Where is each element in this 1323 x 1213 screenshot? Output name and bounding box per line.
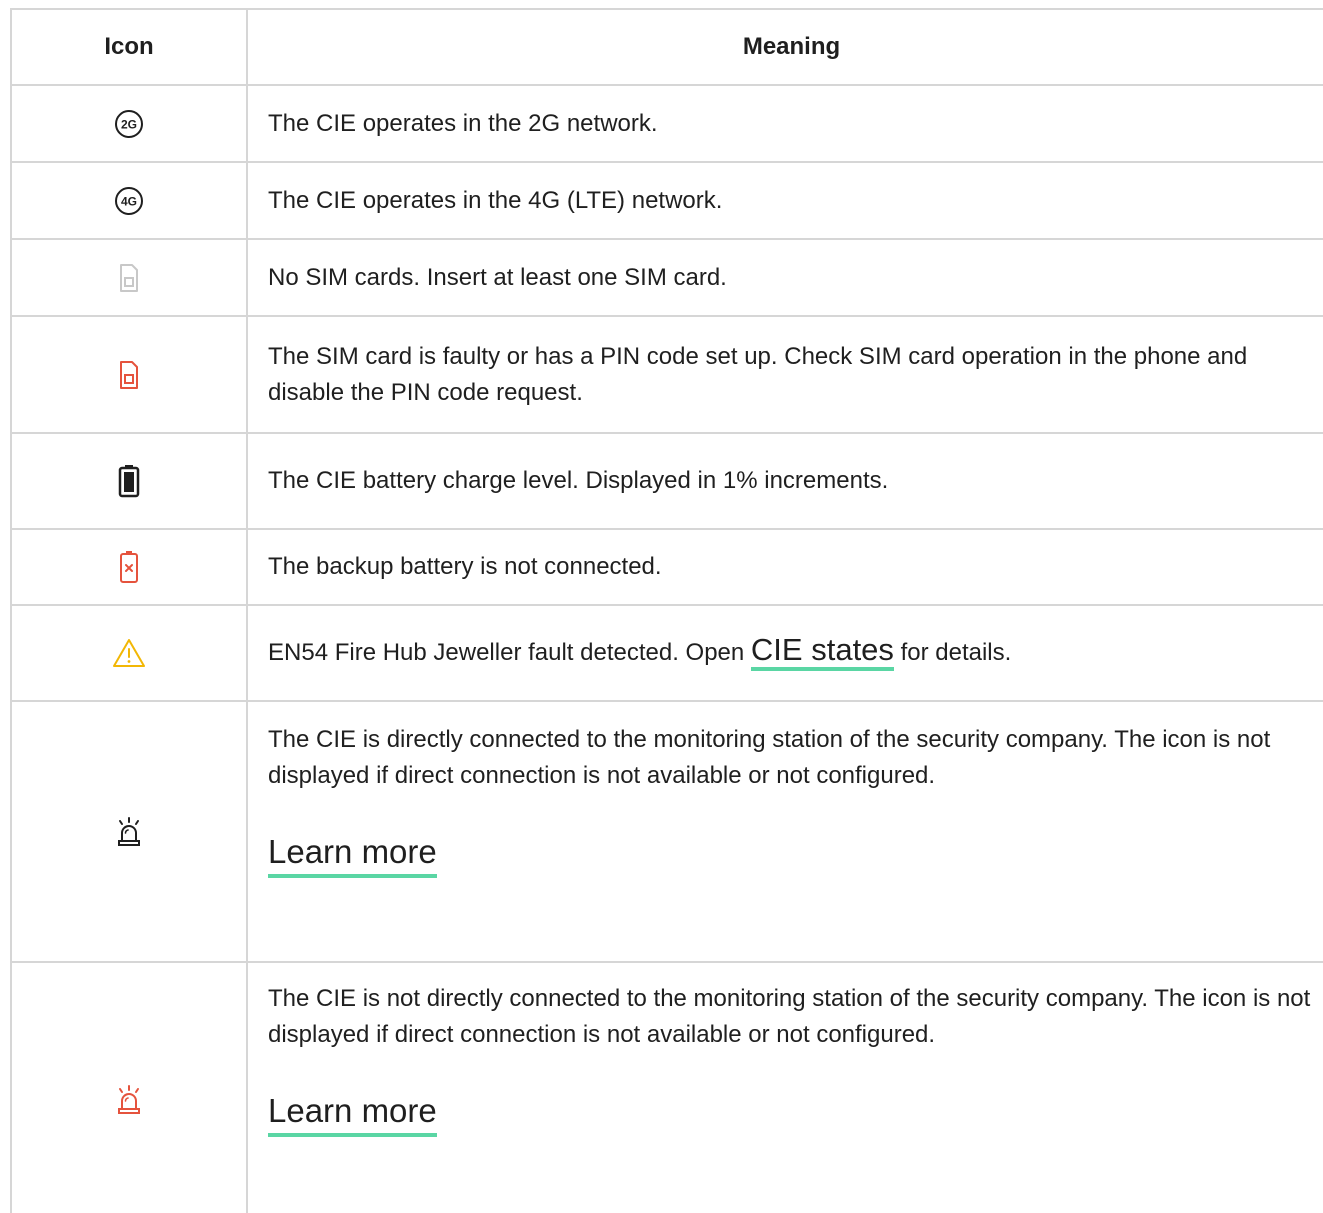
- svg-text:4G: 4G: [121, 194, 137, 208]
- table-row: 4G The CIE operates in the 4G (LTE) netw…: [12, 163, 1323, 240]
- row-meaning: The backup battery is not connected.: [268, 553, 662, 580]
- row-meaning: The CIE operates in the 2G network.: [268, 109, 658, 137]
- meaning-text: The CIE is directly connected to the mon…: [268, 726, 1271, 789]
- table-row: The backup battery is not connected.: [12, 530, 1323, 606]
- 2g-network-icon: 2G: [12, 86, 248, 161]
- meaning-text-after: for details.: [893, 639, 1012, 666]
- battery-disconnected-icon: [12, 530, 248, 604]
- table-row: The SIM card is faulty or has a PIN code…: [12, 317, 1323, 434]
- table-header-row: Icon Meaning: [12, 10, 1323, 86]
- sim-card-absent-icon: [12, 240, 248, 315]
- row-meaning: The SIM card is faulty or has a PIN code…: [268, 342, 1248, 406]
- 4g-network-icon: 4G: [12, 163, 248, 238]
- table-row: The CIE is not directly connected to the…: [12, 963, 1323, 1213]
- table-row: EN54 Fire Hub Jeweller fault detected. O…: [12, 606, 1323, 702]
- table-row: The CIE battery charge level. Displayed …: [12, 434, 1323, 530]
- table-row: No SIM cards. Insert at least one SIM ca…: [12, 240, 1323, 317]
- table-row: The CIE is directly connected to the mon…: [12, 702, 1323, 963]
- warning-triangle-icon: [12, 606, 248, 700]
- svg-text:2G: 2G: [121, 117, 137, 131]
- sim-card-faulty-icon: [12, 317, 248, 432]
- row-meaning: The CIE battery charge level. Displayed …: [268, 467, 889, 494]
- meaning-text: The CIE is not directly connected to the…: [268, 985, 1311, 1048]
- battery-icon: [12, 434, 248, 528]
- row-meaning: The CIE is not directly connected to the…: [248, 963, 1323, 1213]
- row-meaning: The CIE is directly connected to the mon…: [248, 702, 1323, 961]
- table-row: 2G The CIE operates in the 2G network.: [12, 86, 1323, 163]
- row-meaning: EN54 Fire Hub Jeweller fault detected. O…: [248, 606, 1323, 700]
- header-icon: Icon: [12, 10, 248, 84]
- row-meaning: No SIM cards. Insert at least one SIM ca…: [268, 263, 727, 291]
- row-meaning: The CIE operates in the 4G (LTE) network…: [268, 186, 723, 214]
- cie-states-link[interactable]: CIE states: [750, 634, 894, 671]
- icon-meaning-table: Icon Meaning 2G The CIE operates in the …: [10, 8, 1323, 1213]
- siren-connected-icon: [12, 702, 248, 961]
- siren-disconnected-icon: [12, 963, 248, 1213]
- meaning-text-before: EN54 Fire Hub Jeweller fault detected. O…: [268, 639, 751, 666]
- learn-more-link[interactable]: Learn more: [268, 832, 437, 878]
- header-meaning: Meaning: [742, 33, 841, 60]
- learn-more-link[interactable]: Learn more: [268, 1091, 437, 1137]
